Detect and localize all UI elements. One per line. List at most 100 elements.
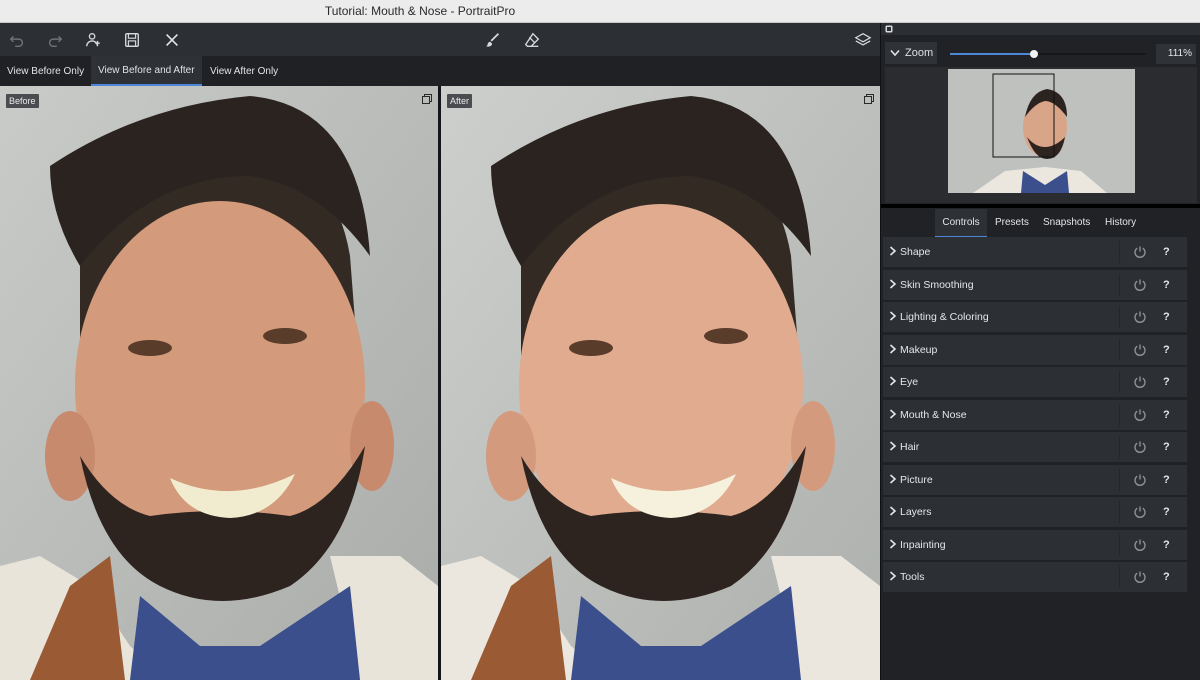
- row-separator: [1119, 436, 1120, 458]
- after-pane[interactable]: After: [441, 86, 880, 680]
- brush-button[interactable]: [482, 29, 504, 51]
- power-icon[interactable]: [1133, 538, 1147, 552]
- help-button[interactable]: ?: [1163, 335, 1170, 365]
- control-tabs: Controls Presets Snapshots History: [881, 209, 1200, 238]
- control-row-makeup[interactable]: Makeup?: [883, 334, 1187, 365]
- zoom-slider-fill: [950, 53, 1035, 55]
- zoom-toggle[interactable]: Zoom: [885, 42, 937, 64]
- chevron-right-icon: [889, 441, 897, 451]
- chevron-right-icon: [889, 506, 897, 516]
- row-separator: [1119, 533, 1120, 556]
- help-button[interactable]: ?: [1163, 530, 1170, 560]
- help-button[interactable]: ?: [1163, 270, 1170, 300]
- view-mode-tabs: View Before Only View Before and After V…: [0, 56, 880, 86]
- row-separator: [1119, 371, 1120, 393]
- save-button[interactable]: [121, 29, 143, 51]
- power-icon[interactable]: [1133, 343, 1147, 357]
- help-button[interactable]: ?: [1163, 367, 1170, 397]
- add-person-icon: [86, 33, 100, 47]
- undo-button[interactable]: [6, 29, 28, 51]
- row-separator: [1119, 468, 1120, 491]
- control-row-lighting-and-coloring[interactable]: Lighting & Coloring?: [883, 302, 1187, 332]
- control-row-hair[interactable]: Hair?: [883, 432, 1187, 462]
- chevron-right-icon: [889, 571, 897, 581]
- layers-button[interactable]: [852, 29, 874, 51]
- navigator-preview[interactable]: [885, 67, 1197, 203]
- power-icon[interactable]: [1133, 245, 1147, 259]
- tab-snapshots[interactable]: Snapshots: [1043, 209, 1090, 236]
- restore-window-icon[interactable]: [864, 94, 874, 104]
- help-button[interactable]: ?: [1163, 432, 1170, 462]
- control-row-picture[interactable]: Picture?: [883, 464, 1187, 495]
- after-label: After: [447, 94, 473, 108]
- chevron-down-icon: [890, 49, 900, 57]
- before-label: Before: [6, 94, 39, 108]
- main-toolbar: [0, 23, 880, 56]
- panel-header: [881, 23, 1200, 35]
- help-button[interactable]: ?: [1163, 237, 1170, 267]
- control-label: Skin Smoothing: [900, 278, 974, 291]
- zoom-slider-thumb[interactable]: [1030, 50, 1039, 58]
- control-row-shape[interactable]: Shape?: [883, 237, 1187, 267]
- control-label: Tools: [900, 571, 925, 583]
- undo-icon: [9, 35, 24, 48]
- eraser-button[interactable]: [521, 29, 543, 51]
- window-title: Tutorial: Mouth & Nose - PortraitPro: [324, 4, 516, 18]
- chevron-right-icon: [889, 376, 897, 386]
- power-icon[interactable]: [1133, 505, 1147, 519]
- control-label: Inpainting: [900, 538, 946, 551]
- redo-button[interactable]: [44, 29, 66, 51]
- row-separator: [1119, 273, 1120, 296]
- row-separator: [1119, 306, 1120, 328]
- help-button[interactable]: ?: [1163, 465, 1170, 495]
- row-separator: [1119, 338, 1120, 361]
- control-label: Layers: [900, 506, 932, 518]
- control-row-inpainting[interactable]: Inpainting?: [883, 529, 1187, 560]
- power-icon[interactable]: [1133, 473, 1147, 487]
- power-icon[interactable]: [1133, 440, 1147, 454]
- tab-controls[interactable]: Controls: [935, 209, 987, 238]
- help-button[interactable]: ?: [1163, 497, 1170, 527]
- tab-view-before-only[interactable]: View Before Only: [0, 56, 91, 86]
- control-row-mouth-and-nose[interactable]: Mouth & Nose?: [883, 399, 1187, 430]
- tab-presets[interactable]: Presets: [995, 209, 1029, 236]
- chevron-right-icon: [889, 246, 897, 256]
- navigator-thumbnail: [885, 67, 1197, 203]
- window-titlebar: Tutorial: Mouth & Nose - PortraitPro: [0, 0, 1200, 23]
- close-button[interactable]: [161, 29, 183, 51]
- power-icon[interactable]: [1133, 570, 1147, 584]
- chevron-right-icon: [889, 311, 897, 321]
- chevron-right-icon: [889, 473, 897, 484]
- restore-window-icon[interactable]: [422, 94, 432, 104]
- brush-icon: [485, 33, 500, 47]
- zoom-slider[interactable]: [950, 50, 1146, 58]
- help-button[interactable]: ?: [1163, 400, 1170, 430]
- close-icon: [166, 34, 178, 46]
- control-row-eye[interactable]: Eye?: [883, 367, 1187, 397]
- tab-view-before-and-after[interactable]: View Before and After: [91, 56, 202, 86]
- row-separator: [1119, 501, 1120, 523]
- control-label: Shape: [900, 246, 931, 258]
- power-icon[interactable]: [1133, 375, 1147, 389]
- control-row-layers[interactable]: Layers?: [883, 497, 1187, 527]
- power-icon[interactable]: [1133, 408, 1147, 422]
- chevron-right-icon: [889, 538, 897, 549]
- help-button[interactable]: ?: [1163, 562, 1170, 592]
- panel-float-icon[interactable]: [885, 25, 893, 33]
- control-row-tools[interactable]: Tools?: [883, 562, 1187, 592]
- before-pane[interactable]: Before: [0, 86, 438, 680]
- add-person-button[interactable]: [82, 29, 104, 51]
- power-icon[interactable]: [1133, 310, 1147, 324]
- tab-view-after-only[interactable]: View After Only: [203, 56, 285, 86]
- chevron-right-icon: [889, 343, 897, 354]
- power-icon[interactable]: [1133, 278, 1147, 292]
- zoom-row: Zoom 111%: [881, 42, 1200, 66]
- control-label: Makeup: [900, 343, 938, 356]
- right-panel: Zoom 111% Controls Presets Snapshots His…: [880, 23, 1200, 680]
- help-button[interactable]: ?: [1163, 302, 1170, 332]
- row-separator: [1119, 566, 1120, 588]
- control-label: Eye: [900, 376, 919, 388]
- tab-history[interactable]: History: [1105, 209, 1136, 236]
- redo-icon: [48, 35, 63, 48]
- control-row-skin-smoothing[interactable]: Skin Smoothing?: [883, 269, 1187, 300]
